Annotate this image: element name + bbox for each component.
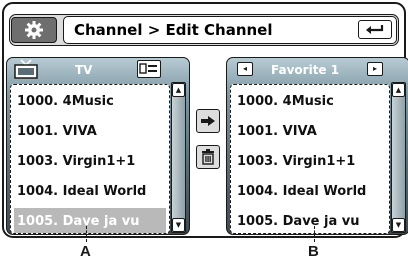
arrow-right-icon (201, 116, 215, 126)
favorite-channel-list[interactable]: 1000. 4Music 1001. VIVA 1003. Virgin1+1 … (230, 84, 390, 234)
scroll-down-button[interactable]: ▼ (392, 218, 405, 232)
scroll-up-button[interactable]: ▲ (172, 83, 185, 97)
page-title: Channel > Edit Channel (74, 21, 273, 39)
tv-list-scrollbar[interactable]: ▲ ▼ (171, 82, 186, 233)
list-item[interactable]: 1000. 4Music (14, 88, 166, 115)
guide-icon (139, 63, 157, 74)
callout-line-b (314, 226, 315, 242)
callout-line-a (86, 226, 87, 242)
breadcrumb: Channel > Edit Channel (63, 16, 397, 44)
list-item[interactable]: 1001. VIVA (234, 118, 386, 145)
scroll-down-button[interactable]: ▼ (172, 218, 185, 232)
delete-button[interactable] (196, 145, 220, 169)
tv-icon (14, 59, 38, 79)
list-item[interactable]: 1005. Dave ja vu (234, 208, 386, 233)
list-item-selected[interactable]: 1005. Dave ja vu (14, 208, 166, 233)
next-favorite-button[interactable]: ▸ (367, 62, 383, 76)
guide-button[interactable] (137, 60, 161, 78)
tv-panel-title: TV (75, 63, 93, 77)
list-item[interactable]: 1000. 4Music (234, 88, 386, 115)
callout-label-b: B (308, 243, 319, 260)
tv-channel-panel: TV 1000. 4Music 1001. VIVA 1003. Virgin1… (6, 57, 190, 235)
list-item[interactable]: 1001. VIVA (14, 118, 166, 145)
favorite-panel-title: Favorite 1 (271, 63, 340, 77)
list-item[interactable]: 1004. Ideal World (234, 178, 386, 205)
callout-label-a: A (80, 243, 91, 260)
trash-icon (202, 149, 214, 165)
favorite-list-scrollbar[interactable]: ▲ ▼ (391, 82, 406, 233)
list-item[interactable]: 1003. Virgin1+1 (14, 148, 166, 175)
settings-button[interactable] (11, 17, 57, 43)
scroll-up-button[interactable]: ▲ (392, 83, 405, 97)
favorite-channel-panel: ◂ Favorite 1 ▸ 1000. 4Music 1001. VIVA 1… (226, 57, 408, 235)
add-to-favorite-button[interactable] (196, 109, 220, 133)
previous-favorite-button[interactable]: ◂ (237, 62, 253, 76)
list-item[interactable]: 1004. Ideal World (14, 178, 166, 205)
list-item[interactable]: 1003. Virgin1+1 (234, 148, 386, 175)
return-arrow-icon (366, 24, 384, 34)
tv-channel-list[interactable]: 1000. 4Music 1001. VIVA 1003. Virgin1+1 … (10, 84, 170, 234)
back-button[interactable] (358, 20, 392, 39)
gear-icon (25, 21, 43, 39)
